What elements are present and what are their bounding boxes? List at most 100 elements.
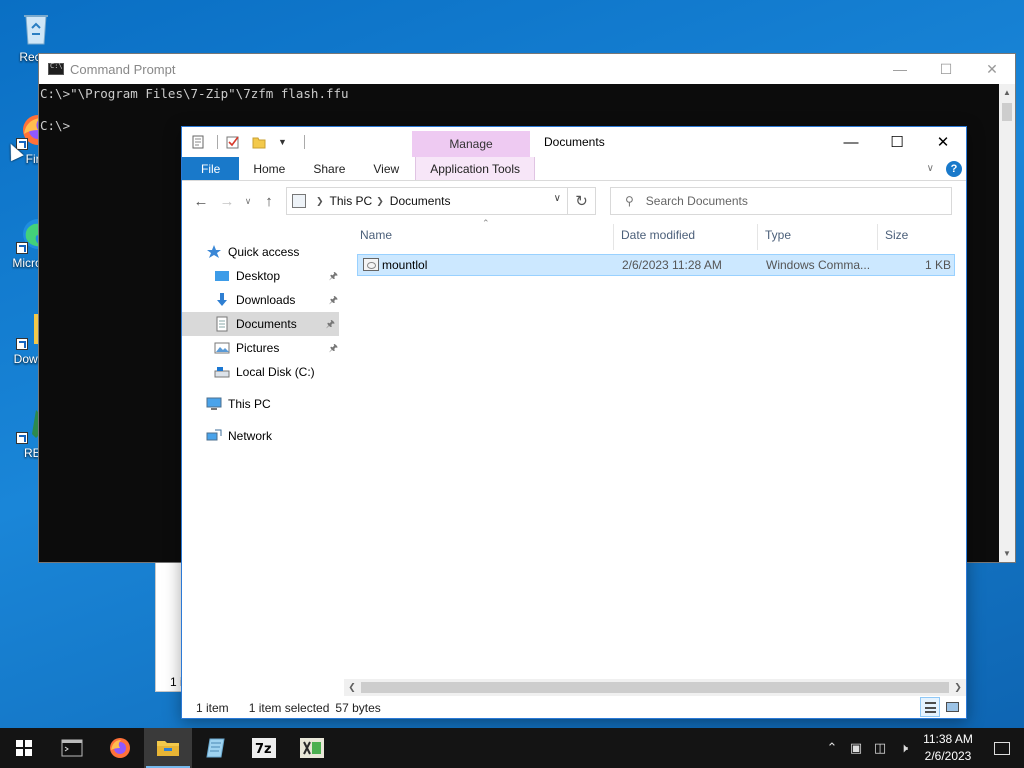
nav-item-quick-access[interactable]: Quick access [182,240,342,264]
file-explorer-taskbar-icon [157,741,179,756]
pin-icon[interactable]: 🖈 [329,293,338,310]
column-header-date[interactable]: Date modified [621,228,695,246]
nav-item-documents[interactable]: Documents 🖈 [182,312,339,336]
cmd-scroll-thumb[interactable] [1002,103,1012,121]
clock-date: 2/6/2023 [924,749,972,763]
clock-time: 11:38 AM [923,732,973,746]
taskbar: 7z ⌃ ▣ ◫ 🕨 11:38 AM 2/6/2023 [0,728,1024,768]
document-properties-icon[interactable] [191,135,205,149]
address-bar[interactable]: ❯ This PC ❯ Documents ∨ [286,187,568,215]
breadcrumb-this-pc[interactable]: This PC [330,194,373,208]
explorer-minimize-button[interactable]: — [828,127,874,157]
cmd-minimize-button[interactable]: — [877,54,923,84]
cmd-scrollbar[interactable]: ▲ ▼ [999,84,1015,562]
navigation-pane: Quick access Desktop 🖈 Downloads 🖈 Docum… [182,220,342,694]
details-view-button[interactable] [920,697,940,717]
search-input[interactable] [645,194,926,208]
nav-item-local-disk[interactable]: Local Disk (C:) [182,360,342,384]
column-header-size[interactable]: Size [885,228,908,246]
help-icon[interactable]: ? [946,160,962,177]
breadcrumb-documents[interactable]: Documents [390,194,451,208]
action-center-button[interactable] [980,728,1024,768]
up-button[interactable]: ↑ [256,189,282,213]
documents-icon [214,316,230,332]
nav-item-network[interactable]: Network [182,424,342,448]
nav-item-desktop[interactable]: Desktop 🖈 [182,264,342,288]
notification-icon [994,741,1010,755]
horizontal-scrollbar[interactable]: ❮ ❯ [344,679,966,696]
pin-icon[interactable]: 🖈 [329,269,338,286]
taskbar-firefox[interactable] [96,728,144,768]
table-row[interactable]: mountlol 2/6/2023 11:28 AM Windows Comma… [357,254,955,276]
tab-share[interactable]: Share [299,157,359,180]
volume-muted-icon[interactable]: 🕨 [892,740,916,756]
pin-icon[interactable]: 🖈 [326,317,335,334]
refresh-button[interactable]: ↻ [568,187,596,215]
search-box[interactable]: ⚲ [610,187,952,215]
tab-application-tools[interactable]: Application Tools [415,157,536,180]
tab-file[interactable]: File [182,157,240,180]
drive-icon [214,364,230,380]
file-date: 2/6/2023 11:28 AM [622,258,722,272]
start-button[interactable] [0,728,48,768]
details-view-icon [925,702,936,713]
cmd-close-button[interactable]: ✕ [969,54,1015,84]
recycle-bin-icon [16,8,56,48]
recent-locations-chevron-icon[interactable]: ∨ [240,189,256,213]
star-icon [206,244,222,260]
explorer-titlebar[interactable]: ▼ Manage Documents — ☐ ✕ [182,127,966,157]
forward-button[interactable]: → [214,189,240,213]
nav-label: Pictures [236,341,280,355]
file-name: mountlol [382,258,428,272]
computer-icon [206,396,222,412]
show-hidden-icons-chevron-icon[interactable]: ⌃ [820,740,844,756]
tab-home[interactable]: Home [239,157,299,180]
explorer-close-button[interactable]: ✕ [920,127,966,157]
clock[interactable]: 11:38 AM 2/6/2023 [916,731,980,765]
new-folder-icon[interactable] [252,135,266,149]
network-status-icon[interactable]: ◫ [868,740,892,756]
meet-now-icon[interactable]: ▣ [844,740,868,756]
breadcrumb-separator-icon[interactable]: ❯ [376,196,384,207]
nav-item-this-pc[interactable]: This PC [182,392,342,416]
scroll-up-icon[interactable]: ▲ [999,84,1015,101]
pin-icon[interactable]: 🖈 [329,341,338,358]
explorer-title: Documents [544,135,605,149]
back-button[interactable]: ← [188,189,214,213]
nav-item-pictures[interactable]: Pictures 🖈 [182,336,342,360]
explorer-maximize-button[interactable]: ☐ [874,127,920,157]
expand-ribbon-chevron-icon[interactable]: ∨ [927,163,934,174]
horizontal-scroll-thumb[interactable] [361,682,949,693]
taskbar-notepad[interactable] [192,728,240,768]
batch-file-icon [363,258,379,271]
taskbar-cmd[interactable] [48,728,96,768]
download-arrow-icon [214,292,230,308]
taskbar-app[interactable] [288,728,336,768]
cmd-titlebar[interactable]: Command Prompt — ☐ ✕ [39,54,1015,84]
column-header-name[interactable]: Name [360,228,392,246]
scroll-right-icon[interactable]: ❯ [950,679,966,696]
cmd-title: Command Prompt [70,61,176,77]
nav-label: Local Disk (C:) [236,365,315,379]
address-dropdown-icon[interactable]: ∨ [554,193,561,204]
cmd-app-icon [48,62,64,75]
nav-item-downloads[interactable]: Downloads 🖈 [182,288,342,312]
taskbar-file-explorer[interactable] [144,728,192,768]
taskbar-7zip[interactable]: 7z [240,728,288,768]
column-header-type[interactable]: Type [765,228,791,246]
file-explorer-window[interactable]: ▼ Manage Documents — ☐ ✕ File Home Share… [181,126,967,719]
breadcrumb-separator-icon[interactable]: ❯ [316,196,324,207]
customize-toolbar-chevron-icon[interactable]: ▼ [278,135,292,149]
tab-manage[interactable]: Manage [412,131,530,157]
shortcut-arrow-icon [16,432,28,444]
scroll-down-icon[interactable]: ▼ [999,545,1015,562]
cmd-maximize-button[interactable]: ☐ [923,54,969,84]
shortcut-arrow-icon [16,242,28,254]
properties-check-icon[interactable] [226,135,240,149]
scroll-left-icon[interactable]: ❮ [344,679,360,696]
tab-view[interactable]: View [359,157,413,180]
svg-text:7z: 7z [255,742,272,757]
large-icons-view-button[interactable] [942,697,962,717]
status-size: 57 bytes [335,701,381,715]
file-list[interactable]: ⌃ Name Date modified Type Size mountlol … [357,218,965,680]
